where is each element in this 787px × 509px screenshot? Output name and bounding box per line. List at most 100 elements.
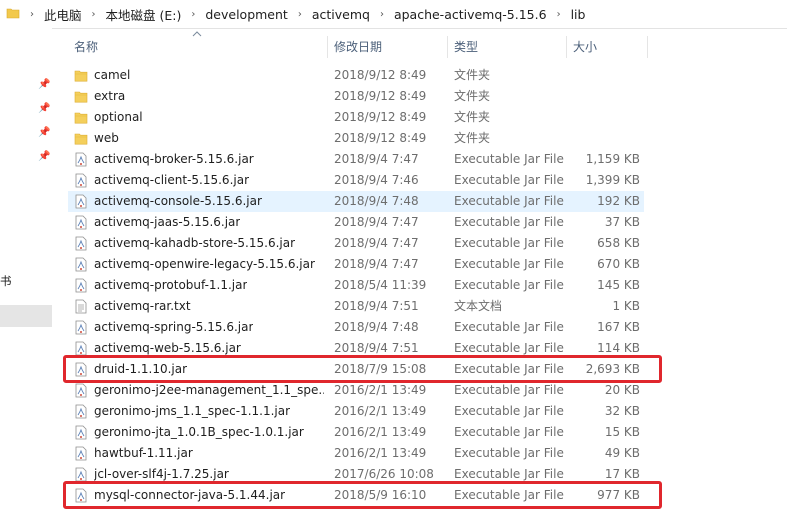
pin-icon[interactable]: 📌 [38,80,50,90]
file-type: Executable Jar File [454,152,564,166]
chevron-right-icon[interactable]: › [374,9,390,20]
file-row[interactable]: activemq-console-5.15.6.jar 2018/9/4 7:48… [68,191,644,212]
file-name: activemq-broker-5.15.6.jar [94,152,254,166]
file-row[interactable]: geronimo-j2ee-management_1.1_spe... 2016/… [68,380,644,401]
file-row[interactable]: activemq-rar.txt 2018/9/4 7:51 文本文档 1 KB [68,296,644,317]
file-row[interactable]: activemq-openwire-legacy-5.15.6.jar 2018/… [68,254,644,275]
file-size: 658 KB [597,236,640,250]
chevron-right-icon[interactable]: › [86,9,102,20]
column-header-date[interactable]: 修改日期 [334,36,382,58]
file-type: Executable Jar File [454,278,564,292]
file-date: 2018/9/12 8:49 [334,89,427,103]
breadcrumb-item[interactable]: 本地磁盘 (E:) [102,5,186,24]
chevron-right-icon[interactable]: › [292,9,308,20]
jar-file-icon [74,173,88,188]
file-type: Executable Jar File [454,320,564,334]
file-date: 2018/9/12 8:49 [334,110,427,124]
file-date: 2016/2/1 13:49 [334,446,427,460]
jar-file-icon [74,257,88,272]
file-type: 文件夹 [454,110,491,124]
file-type: Executable Jar File [454,404,564,418]
column-divider[interactable] [566,36,567,58]
file-name: optional [94,110,143,124]
file-size: 167 KB [597,320,640,334]
file-date: 2018/9/4 7:47 [334,257,419,271]
file-size: 1,399 KB [585,173,640,187]
file-name: activemq-console-5.15.6.jar [94,194,262,208]
nav-item-label[interactable]: 书 [0,273,12,289]
file-name: hawtbuf-1.11.jar [94,446,193,460]
file-row[interactable]: geronimo-jta_1.0.1B_spec-1.0.1.jar 2016/2… [68,422,644,443]
breadcrumb-item[interactable]: apache-activemq-5.15.6 [390,7,551,22]
file-date: 2018/9/4 7:47 [334,215,419,229]
file-type: Executable Jar File [454,173,564,187]
file-type: 文件夹 [454,131,491,145]
file-name: activemq-client-5.15.6.jar [94,173,250,187]
file-name: activemq-rar.txt [94,299,191,313]
folder-row[interactable]: extra 2018/9/12 8:49 文件夹 [68,86,644,107]
file-date: 2018/9/4 7:48 [334,320,419,334]
folder-icon [74,131,88,146]
file-name: extra [94,89,126,103]
pin-icon[interactable]: 📌 [38,152,50,162]
file-name: activemq-jaas-5.15.6.jar [94,215,241,229]
jar-file-icon [74,341,88,356]
column-header-size[interactable]: 大小 [573,36,597,58]
file-size: 20 KB [604,383,640,397]
jar-file-icon [74,215,88,230]
text-file-icon [74,299,88,314]
folder-icon [6,8,20,19]
column-divider[interactable] [647,36,648,58]
file-date: 2016/2/1 13:49 [334,404,427,418]
file-size: 670 KB [597,257,640,271]
breadcrumb-item[interactable]: lib [567,7,590,22]
breadcrumb-item[interactable]: activemq [308,7,374,22]
file-name: geronimo-jta_1.0.1B_spec-1.0.1.jar [94,425,304,439]
breadcrumb: › 此电脑 › 本地磁盘 (E:) › development › activemq › apac… [24,0,589,28]
pin-icon[interactable]: 📌 [38,104,50,114]
folder-row[interactable]: optional 2018/9/12 8:49 文件夹 [68,107,644,128]
file-row[interactable]: activemq-client-5.15.6.jar 2018/9/4 7:46 E… [68,170,644,191]
file-row[interactable]: activemq-protobuf-1.1.jar 2018/5/4 11:39 E… [68,275,644,296]
breadcrumb-item[interactable]: development [201,7,291,22]
nav-item-selected[interactable] [0,305,52,327]
jar-file-icon [74,383,88,398]
file-row[interactable]: activemq-jaas-5.15.6.jar 2018/9/4 7:47 Exe… [68,212,644,233]
file-size: 1,159 KB [585,152,640,166]
red-highlight-box [63,481,662,509]
file-type: Executable Jar File [454,194,564,208]
file-row[interactable]: hawtbuf-1.11.jar 2016/2/1 13:49 Executable… [68,443,644,464]
column-header-name[interactable]: 名称 [74,36,98,58]
file-name: geronimo-jms_1.1_spec-1.1.1.jar [94,404,291,418]
address-bar[interactable]: › 此电脑 › 本地磁盘 (E:) › development › activemq › apac… [0,0,787,29]
file-row[interactable]: activemq-spring-5.15.6.jar 2018/9/4 7:48 E… [68,317,644,338]
folder-row[interactable]: web 2018/9/12 8:49 文件夹 [68,128,644,149]
pin-icon[interactable]: 📌 [38,128,50,138]
column-divider[interactable] [327,36,328,58]
file-date: 2018/9/4 7:47 [334,152,419,166]
jar-file-icon [74,425,88,440]
chevron-right-icon[interactable]: › [185,9,201,20]
file-row[interactable]: activemq-broker-5.15.6.jar 2018/9/4 7:47 E… [68,149,644,170]
jar-file-icon [74,467,88,482]
red-highlight-box [63,355,662,383]
column-divider[interactable] [447,36,448,58]
jar-file-icon [74,446,88,461]
file-date: 2018/9/12 8:49 [334,68,427,82]
file-type: Executable Jar File [454,425,564,439]
file-row[interactable]: geronimo-jms_1.1_spec-1.1.1.jar 2016/2/1 … [68,401,644,422]
file-size: 15 KB [604,425,640,439]
breadcrumb-item[interactable]: 此电脑 [40,5,86,24]
folder-row[interactable]: camel 2018/9/12 8:49 文件夹 [68,65,644,86]
jar-file-icon [74,236,88,251]
file-date: 2018/5/4 11:39 [334,278,427,292]
folder-icon [74,89,88,104]
file-date: 2018/9/12 8:49 [334,131,427,145]
file-size: 145 KB [597,278,640,292]
file-date: 2018/9/4 7:48 [334,194,419,208]
file-type: 文件夹 [454,68,491,82]
file-row[interactable]: activemq-kahadb-store-5.15.6.jar 2018/9/4… [68,233,644,254]
chevron-right-icon[interactable]: › [551,9,567,20]
column-header-type[interactable]: 类型 [454,36,478,58]
chevron-right-icon[interactable]: › [24,9,40,20]
